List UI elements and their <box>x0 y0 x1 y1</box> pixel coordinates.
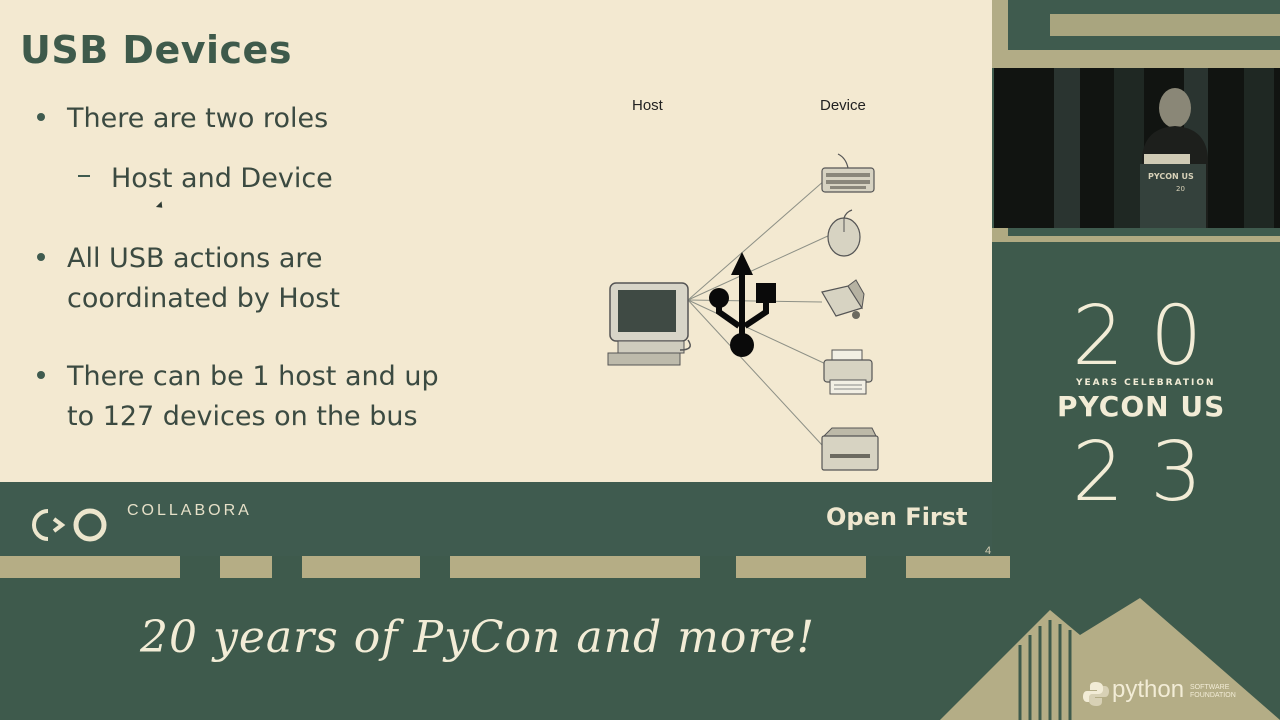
sub-bullet-marker <box>78 175 90 177</box>
usb-stick-icon <box>821 279 865 319</box>
bullet-text: There can be 1 host and up <box>67 361 439 392</box>
host-label: Host <box>632 97 663 114</box>
badge-year-top: 20 <box>1072 289 1229 384</box>
computer-icon <box>607 282 691 366</box>
bullet-text: All USB actions are <box>67 243 323 274</box>
slide-slogan: Open First <box>826 503 968 531</box>
bullet-marker <box>37 253 45 261</box>
mouse-icon <box>827 209 861 257</box>
brand-name: COLLABORA <box>127 502 252 519</box>
bullet-marker <box>37 371 45 379</box>
badge-year-bottom: 23 <box>1072 425 1229 520</box>
svg-text:PYCON US: PYCON US <box>1148 172 1194 181</box>
slide-title: USB Devices <box>20 28 292 72</box>
speaker-video-feed: PYCON US 20 <box>994 68 1280 228</box>
sub-bullet-text: Host and Device <box>111 163 333 194</box>
badge-event-name: PYCON US <box>1057 390 1226 423</box>
sponsor-name: python <box>1112 676 1185 703</box>
python-logo-icon <box>1083 682 1109 706</box>
printer-icon <box>823 349 873 395</box>
bullet-marker <box>37 113 45 121</box>
usb-diagram <box>607 153 879 471</box>
sponsor-subtext-line: SOFTWARE <box>1190 684 1230 691</box>
decor-strip <box>0 556 1010 578</box>
keyboard-icon <box>821 153 875 193</box>
disk-drive-icon <box>821 427 879 471</box>
connection-lines <box>687 179 831 446</box>
usb-icon <box>709 252 776 357</box>
bullet-text: There are two roles <box>67 103 329 134</box>
top-decor-band-light <box>1050 14 1280 36</box>
collabora-logo-icon <box>32 508 107 542</box>
svg-text:20: 20 <box>1176 185 1185 193</box>
badge-subtitle: YEARS CELEBRATION <box>1076 378 1216 388</box>
bullet-text-continued: coordinated by Host <box>67 283 340 314</box>
bullet-text-continued: to 127 devices on the bus <box>67 401 418 432</box>
decor-band <box>1008 228 1280 236</box>
banner-tagline: 20 years of PyCon and more! <box>140 612 816 663</box>
device-label: Device <box>820 97 866 114</box>
sponsor-subtext-line: FOUNDATION <box>1190 692 1236 699</box>
sponsor-subtext: SOFTWARE FOUNDATION <box>1190 684 1236 700</box>
